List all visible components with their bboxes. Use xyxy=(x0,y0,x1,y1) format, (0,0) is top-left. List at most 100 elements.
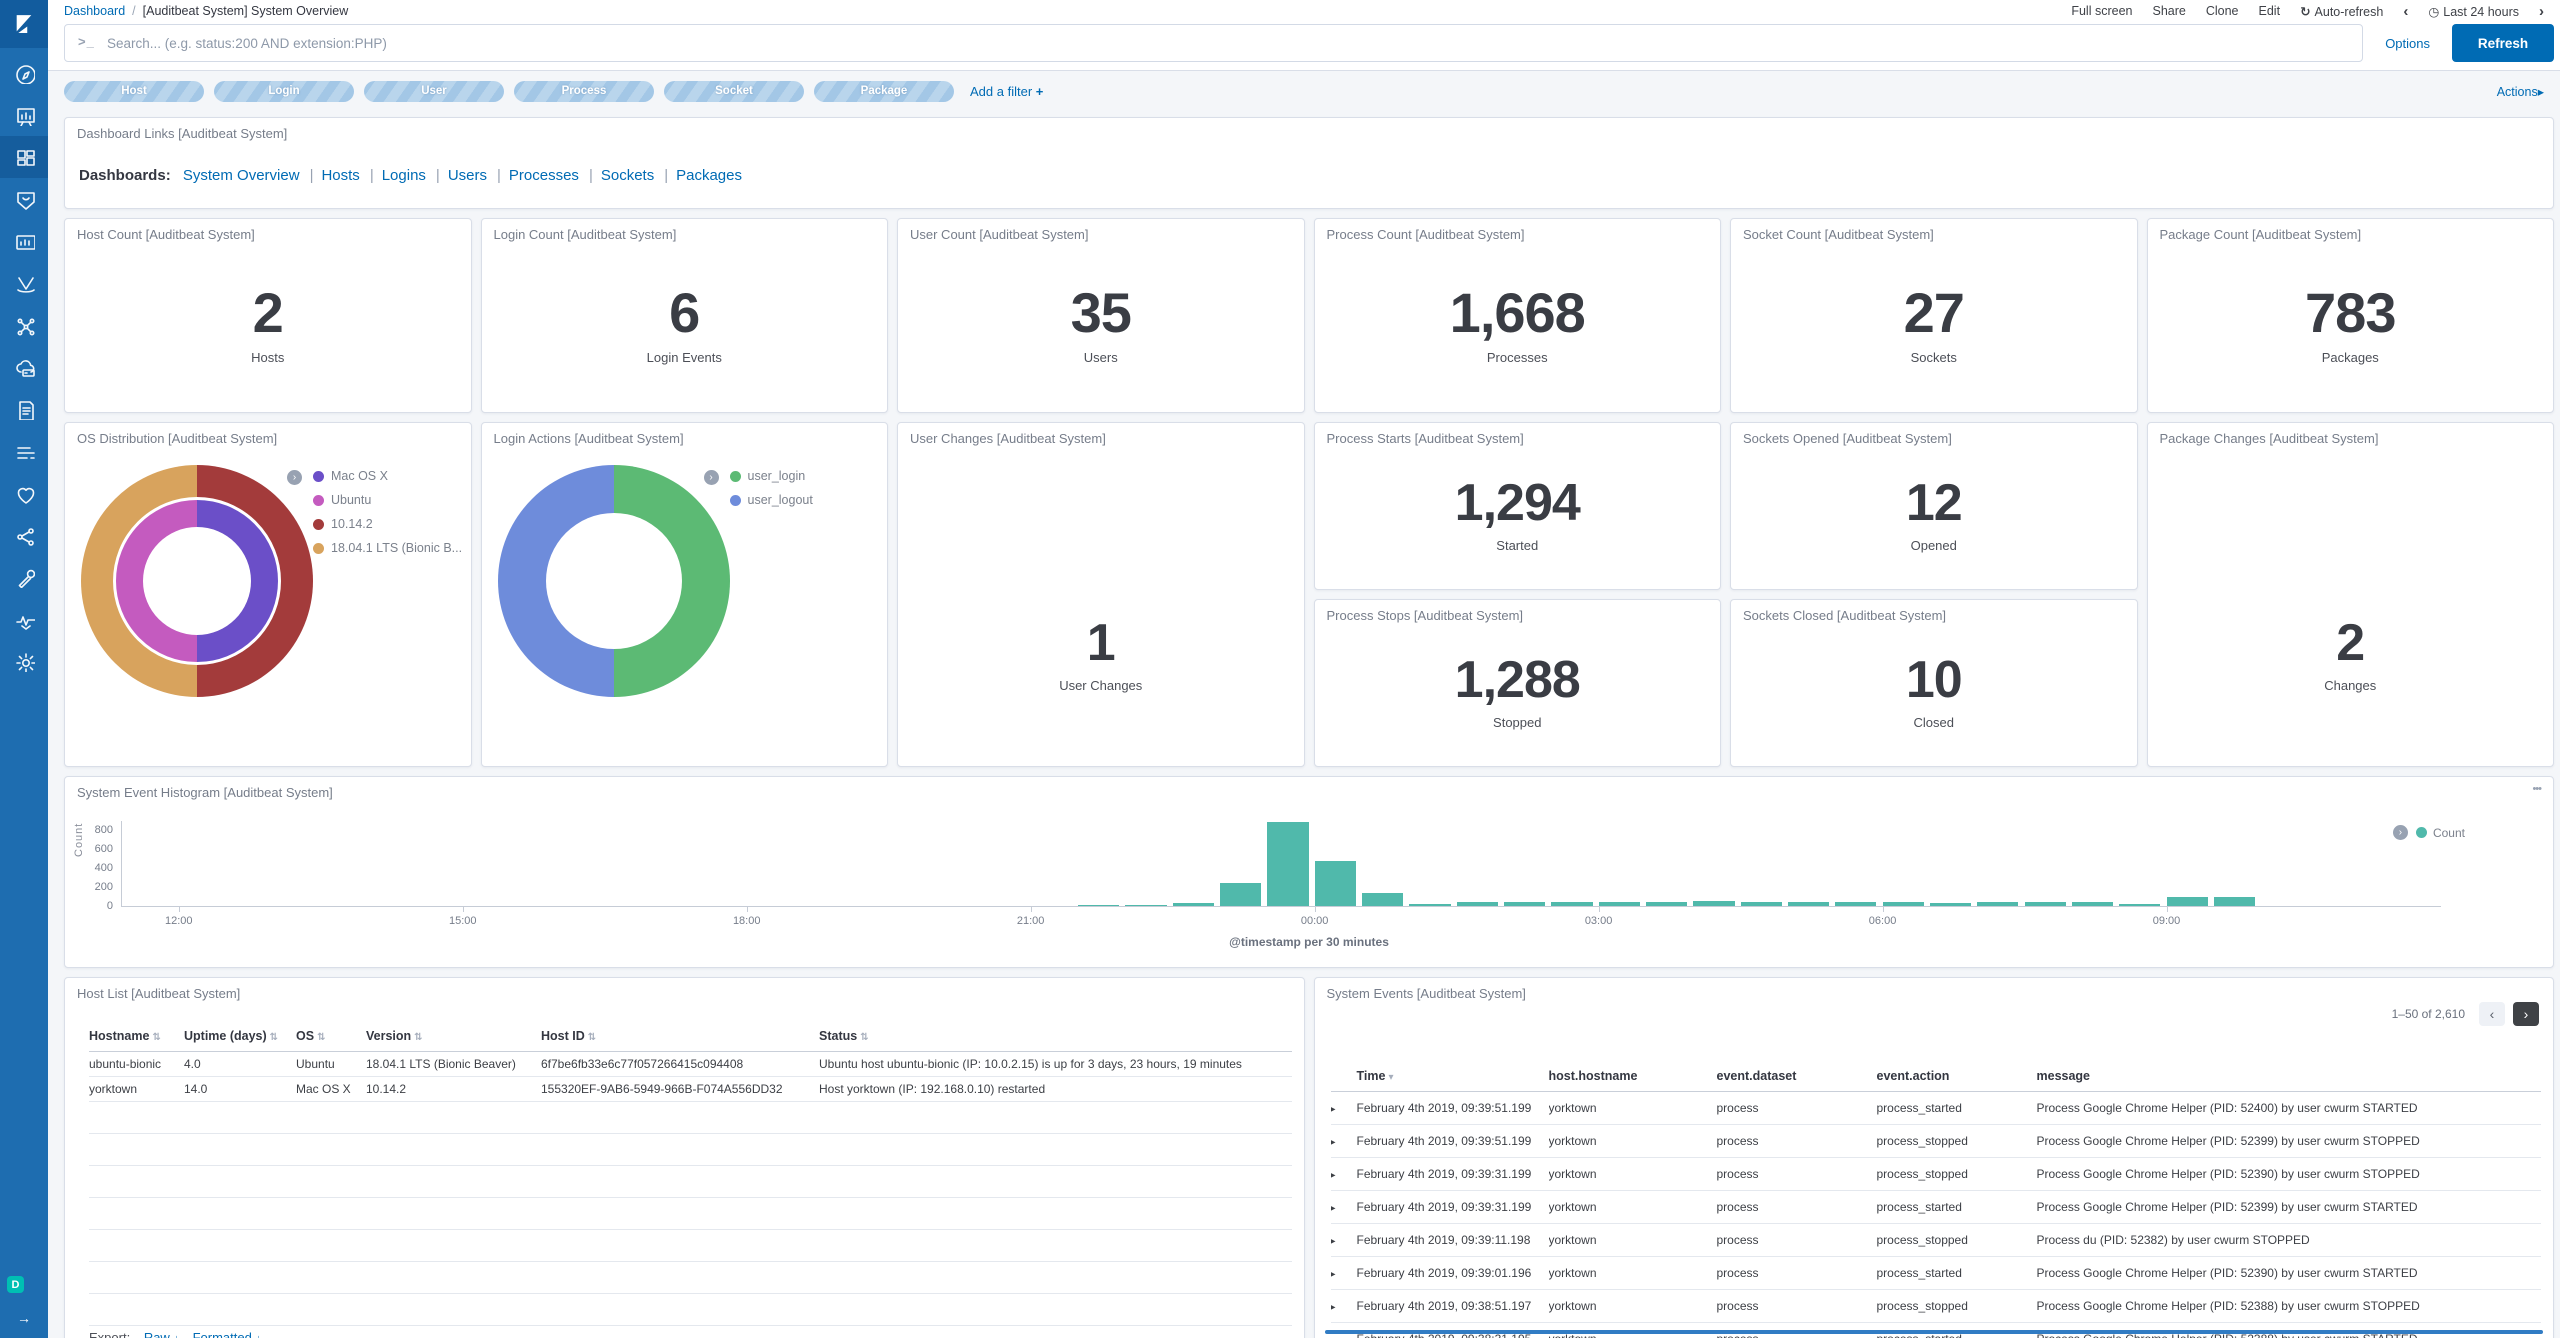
legend-item[interactable]: 18.04.1 LTS (Bionic B... xyxy=(313,541,462,555)
export-formatted-link[interactable]: Formatted ↓ xyxy=(193,1330,261,1338)
filter-pill[interactable]: Socket xyxy=(664,81,804,102)
histogram-bar[interactable] xyxy=(1835,902,1876,906)
dashboard-link[interactable]: Processes xyxy=(509,167,579,184)
event-row[interactable]: ▸ February 4th 2019, 09:39:11.198 yorkto… xyxy=(1331,1224,2542,1257)
histogram-bar[interactable] xyxy=(2167,897,2208,906)
add-filter-button[interactable]: Add a filter + xyxy=(970,84,1043,99)
column-header-os[interactable]: OS⇅ xyxy=(296,1021,366,1052)
clone-button[interactable]: Clone xyxy=(2206,4,2239,18)
search-input[interactable] xyxy=(64,24,2363,62)
histogram-bar[interactable] xyxy=(2119,904,2160,906)
legend-item[interactable]: 10.14.2 xyxy=(313,517,462,531)
kibana-logo[interactable] xyxy=(0,0,48,48)
filter-pill[interactable]: User xyxy=(364,81,504,102)
time-forward-button[interactable]: › xyxy=(2539,3,2544,20)
breadcrumb-dashboard-link[interactable]: Dashboard xyxy=(64,4,125,18)
histogram-bar[interactable] xyxy=(2025,902,2066,906)
next-page-button[interactable]: › xyxy=(2513,1002,2539,1026)
actions-button[interactable]: Actions▸ xyxy=(2497,84,2544,99)
expand-row-icon[interactable]: ▸ xyxy=(1331,1302,1336,1313)
dashboard-link[interactable]: System Overview xyxy=(183,167,300,184)
event-row[interactable]: ▸ February 4th 2019, 09:39:51.199 yorkto… xyxy=(1331,1092,2542,1125)
histogram-bar[interactable] xyxy=(1977,902,2018,906)
sidebar-item-dashboard[interactable] xyxy=(0,136,48,178)
legend-toggle-icon[interactable]: › xyxy=(287,470,302,485)
column-header-action[interactable]: event.action xyxy=(1877,1061,2037,1092)
sidebar-item-uptime[interactable] xyxy=(0,472,48,514)
histogram-bar[interactable] xyxy=(1930,903,1971,906)
histogram-bar[interactable] xyxy=(2214,897,2255,906)
histogram-bar[interactable] xyxy=(1267,822,1308,906)
histogram-bar[interactable] xyxy=(1173,903,1214,906)
sidebar-item-graph[interactable] xyxy=(0,514,48,556)
dashboard-link[interactable]: Logins xyxy=(382,167,426,184)
sidebar-item-timelion[interactable] xyxy=(0,178,48,220)
histogram-bar[interactable] xyxy=(1741,902,1782,906)
filter-pill[interactable]: Login xyxy=(214,81,354,102)
histogram-bar[interactable] xyxy=(1883,902,1924,906)
column-header-status[interactable]: Status⇅ xyxy=(819,1021,1292,1052)
share-button[interactable]: Share xyxy=(2152,4,2185,18)
histogram-bar[interactable] xyxy=(1788,902,1829,906)
sidebar-item-machine-learning[interactable] xyxy=(0,304,48,346)
histogram-bar[interactable] xyxy=(1457,902,1498,906)
histogram-bar[interactable] xyxy=(1362,893,1403,906)
histogram-bar[interactable] xyxy=(1646,902,1687,906)
event-row[interactable]: ▸ February 4th 2019, 09:39:01.196 yorkto… xyxy=(1331,1257,2542,1290)
expand-row-icon[interactable]: ▸ xyxy=(1331,1203,1336,1214)
event-row[interactable]: ▸ February 4th 2019, 09:39:31.199 yorkto… xyxy=(1331,1158,2542,1191)
full-screen-button[interactable]: Full screen xyxy=(2071,4,2132,18)
histogram-bar[interactable] xyxy=(1220,883,1261,906)
sidebar-item-apm[interactable] xyxy=(0,430,48,472)
options-link[interactable]: Options xyxy=(2375,36,2440,51)
legend-item[interactable]: user_logout xyxy=(730,493,813,507)
column-header-time[interactable]: Time▾ xyxy=(1357,1061,1549,1092)
previous-page-button[interactable]: ‹ xyxy=(2479,1002,2505,1026)
sidebar-item-monitoring[interactable] xyxy=(0,598,48,640)
histogram-plot[interactable]: 12:0015:0018:0021:0000:0003:0006:0009:00… xyxy=(121,821,2441,907)
histogram-bar[interactable] xyxy=(1315,861,1356,906)
sidebar-item-management[interactable] xyxy=(0,640,48,682)
sidebar-item-visualize[interactable] xyxy=(0,94,48,136)
legend-item[interactable]: Ubuntu xyxy=(313,493,462,507)
sidebar-item-infrastructure[interactable] xyxy=(0,346,48,388)
refresh-button[interactable]: Refresh xyxy=(2452,24,2554,62)
event-row[interactable]: ▸ February 4th 2019, 09:39:31.199 yorkto… xyxy=(1331,1191,2542,1224)
expand-row-icon[interactable]: ▸ xyxy=(1331,1236,1336,1247)
expand-row-icon[interactable]: ▸ xyxy=(1331,1137,1336,1148)
dashboard-link[interactable]: Users xyxy=(448,167,487,184)
host-row[interactable]: ubuntu-bionic4.0Ubuntu 18.04.1 LTS (Bion… xyxy=(89,1052,1292,1077)
histogram-bar[interactable] xyxy=(1693,901,1734,906)
space-avatar[interactable]: D xyxy=(7,1276,24,1293)
sidebar-item-canvas[interactable] xyxy=(0,220,48,262)
time-range-picker[interactable]: ◷Last 24 hours xyxy=(2428,4,2519,19)
histogram-bar[interactable] xyxy=(1409,904,1450,906)
sidebar-item-discover[interactable] xyxy=(0,52,48,94)
sidebar-collapse-icon[interactable]: → xyxy=(0,1310,48,1326)
dashboard-link[interactable]: Packages xyxy=(676,167,742,184)
time-back-button[interactable]: ‹ xyxy=(2403,3,2408,20)
expand-row-icon[interactable]: ▸ xyxy=(1331,1269,1336,1280)
column-header-dataset[interactable]: event.dataset xyxy=(1717,1061,1877,1092)
os-distribution-donut[interactable] xyxy=(81,465,313,697)
sidebar-item-dev-tools[interactable] xyxy=(0,556,48,598)
histogram-bar[interactable] xyxy=(1599,902,1640,906)
legend-toggle-icon[interactable]: › xyxy=(704,470,719,485)
histogram-bar[interactable] xyxy=(1078,905,1119,906)
column-header-version[interactable]: Version⇅ xyxy=(366,1021,541,1052)
expand-row-icon[interactable]: ▸ xyxy=(1331,1170,1336,1181)
dashboard-link[interactable]: Hosts xyxy=(321,167,359,184)
filter-pill[interactable]: Host xyxy=(64,81,204,102)
column-header-host-id[interactable]: Host ID⇅ xyxy=(541,1021,819,1052)
column-header-uptime[interactable]: Uptime (days)⇅ xyxy=(184,1021,296,1052)
histogram-bar[interactable] xyxy=(2072,902,2113,906)
login-actions-donut[interactable] xyxy=(498,465,730,697)
histogram-bar[interactable] xyxy=(1551,902,1592,906)
event-row[interactable]: ▸ February 4th 2019, 09:38:51.197 yorkto… xyxy=(1331,1290,2542,1323)
dashboard-link[interactable]: Sockets xyxy=(601,167,654,184)
column-header-hostname[interactable]: Hostname⇅ xyxy=(89,1021,184,1052)
sidebar-item-logs[interactable] xyxy=(0,388,48,430)
legend-item[interactable]: Mac OS X xyxy=(313,469,462,483)
legend-item[interactable]: user_login xyxy=(730,469,813,483)
auto-refresh-button[interactable]: ↻Auto-refresh xyxy=(2300,4,2383,19)
